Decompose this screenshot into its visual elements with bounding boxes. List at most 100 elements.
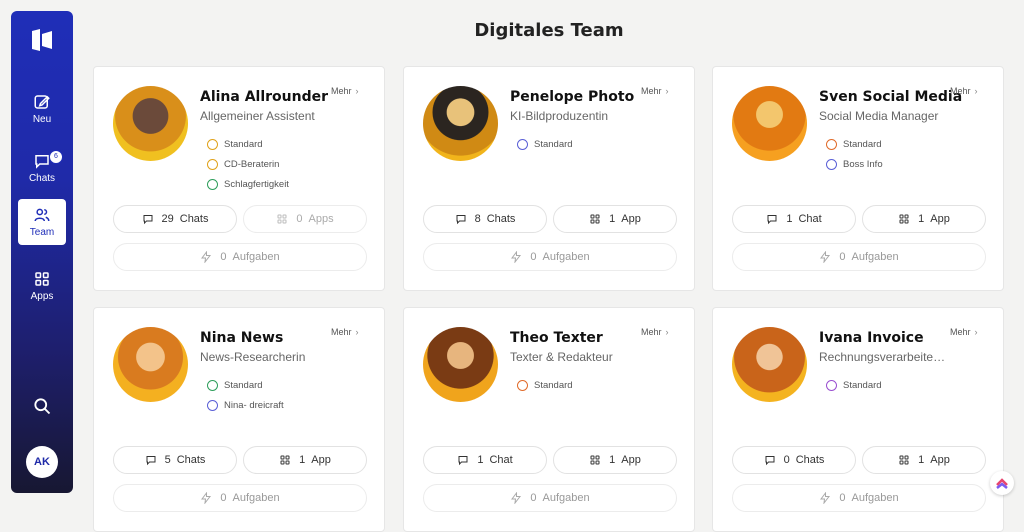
apps-button[interactable]: 1 App	[553, 446, 677, 474]
skill-item[interactable]: Standard	[517, 134, 573, 154]
skill-item[interactable]: Schlagfertigkeit	[207, 174, 289, 194]
chat-icon	[767, 215, 777, 225]
more-link[interactable]: Mehr ›	[950, 86, 978, 96]
nav-item-neu[interactable]: Neu	[18, 86, 66, 132]
chevron-right-icon: ›	[974, 86, 978, 96]
chats-button[interactable]: 29 Chats	[113, 205, 237, 233]
search-icon[interactable]	[32, 396, 52, 416]
apps-label: App	[930, 213, 950, 225]
apps-button[interactable]: 1 App	[553, 205, 677, 233]
skill-item[interactable]: Standard	[207, 375, 284, 395]
tasks-button[interactable]: 0 Aufgaben	[732, 243, 986, 271]
skills-list: Standard Nina- dreicraft	[207, 375, 284, 415]
chats-button[interactable]: 1 Chat	[732, 205, 856, 233]
lightning-icon	[511, 251, 522, 263]
apps-label: App	[621, 213, 641, 225]
chat-icon	[765, 456, 775, 466]
skill-label: Standard	[843, 138, 882, 150]
chats-count: 8	[474, 213, 481, 225]
chats-label: Chats	[179, 213, 209, 225]
agent-role: Rechnungsverarbeite…	[819, 350, 946, 364]
more-link[interactable]: Mehr ›	[641, 86, 669, 96]
chats-label: Chat	[798, 213, 822, 225]
user-avatar[interactable]: AK	[26, 446, 58, 478]
agent-name: Sven Social Media	[819, 89, 963, 105]
apps-button[interactable]: 0 Apps	[243, 205, 367, 233]
apps-icon	[590, 455, 600, 465]
agent-name: Penelope Photo	[510, 89, 635, 105]
skill-item[interactable]: Boss Info	[826, 154, 883, 174]
nav-item-chats[interactable]: 6 Chats	[18, 145, 66, 191]
skills-list: Standard Boss Info	[826, 134, 883, 174]
apps-count: 0	[296, 213, 303, 225]
agent-name: Theo Texter	[510, 330, 603, 346]
agent-card[interactable]: Sven Social Media Social Media Manager M…	[712, 66, 1004, 291]
chats-label: Chat	[489, 454, 513, 466]
tasks-button[interactable]: 0 Aufgaben	[113, 484, 367, 512]
skill-item[interactable]: Nina- dreicraft	[207, 395, 284, 415]
team-icon	[34, 208, 50, 222]
apps-button[interactable]: 1 App	[243, 446, 367, 474]
chats-button[interactable]: 1 Chat	[423, 446, 547, 474]
skill-status-icon	[826, 158, 837, 170]
skill-item[interactable]: CD-Beraterin	[207, 154, 289, 174]
chat-icon	[458, 456, 468, 466]
lightning-icon	[511, 492, 522, 504]
nav-item-apps[interactable]: Apps	[18, 263, 66, 309]
chats-count: 0	[783, 454, 790, 466]
more-link[interactable]: Mehr ›	[331, 86, 359, 96]
skills-list: Standard	[826, 375, 882, 395]
skill-item[interactable]: Standard	[826, 375, 882, 395]
agent-card[interactable]: Penelope Photo KI-Bildproduzentin Mehr › …	[403, 66, 695, 291]
skill-label: Standard	[534, 138, 573, 150]
apps-button[interactable]: 1 App	[862, 205, 986, 233]
agent-card[interactable]: Theo Texter Texter & Redakteur Mehr › Sta…	[403, 307, 695, 532]
apps-icon	[899, 455, 909, 465]
chevron-right-icon: ›	[665, 86, 669, 96]
skill-status-icon	[207, 158, 218, 170]
apps-count: 1	[609, 213, 616, 225]
skill-item[interactable]: Standard	[207, 134, 289, 154]
chats-count: 1	[477, 454, 484, 466]
chats-button[interactable]: 8 Chats	[423, 205, 547, 233]
agent-card[interactable]: Alina Allrounder Allgemeiner Assistent M…	[93, 66, 385, 291]
agent-card[interactable]: Ivana Invoice Rechnungsverarbeite… Mehr ›…	[712, 307, 1004, 532]
skill-status-icon	[517, 138, 528, 150]
chats-count: 5	[164, 454, 171, 466]
page-title: Digitales Team	[474, 20, 624, 41]
skills-list: Standard	[517, 375, 573, 395]
apps-label: App	[621, 454, 641, 466]
agent-avatar	[732, 86, 807, 161]
nav-label: Team	[29, 227, 55, 238]
apps-count: 1	[918, 454, 925, 466]
agent-role: Allgemeiner Assistent	[200, 109, 315, 123]
help-widget-button[interactable]	[990, 471, 1014, 495]
agent-card[interactable]: Nina News News-Researcherin Mehr › Standa…	[93, 307, 385, 532]
more-link[interactable]: Mehr ›	[641, 327, 669, 337]
more-link[interactable]: Mehr ›	[950, 327, 978, 337]
agent-role: Social Media Manager	[819, 109, 939, 123]
edit-icon	[34, 95, 50, 109]
tasks-button[interactable]: 0 Aufgaben	[423, 484, 677, 512]
more-link[interactable]: Mehr ›	[331, 327, 359, 337]
tasks-button[interactable]: 0 Aufgaben	[113, 243, 367, 271]
more-label: Mehr	[641, 86, 662, 96]
tasks-button[interactable]: 0 Aufgaben	[423, 243, 677, 271]
apps-label: App	[311, 454, 331, 466]
apps-button[interactable]: 1 App	[862, 446, 986, 474]
tasks-count: 0	[220, 251, 227, 263]
chats-button[interactable]: 5 Chats	[113, 446, 237, 474]
agent-role: Texter & Redakteur	[510, 350, 613, 364]
chats-count: 29	[161, 213, 174, 225]
nav-item-team[interactable]: Team	[18, 199, 66, 245]
agent-avatar	[113, 86, 188, 161]
skill-item[interactable]: Standard	[517, 375, 573, 395]
tasks-button[interactable]: 0 Aufgaben	[732, 484, 986, 512]
tasks-label: Aufgaben	[542, 492, 590, 504]
agent-name: Alina Allrounder	[200, 89, 329, 105]
agent-avatar	[732, 327, 807, 402]
nav-label: Apps	[30, 291, 54, 302]
lightning-icon	[201, 492, 212, 504]
chats-button[interactable]: 0 Chats	[732, 446, 856, 474]
skill-item[interactable]: Standard	[826, 134, 883, 154]
